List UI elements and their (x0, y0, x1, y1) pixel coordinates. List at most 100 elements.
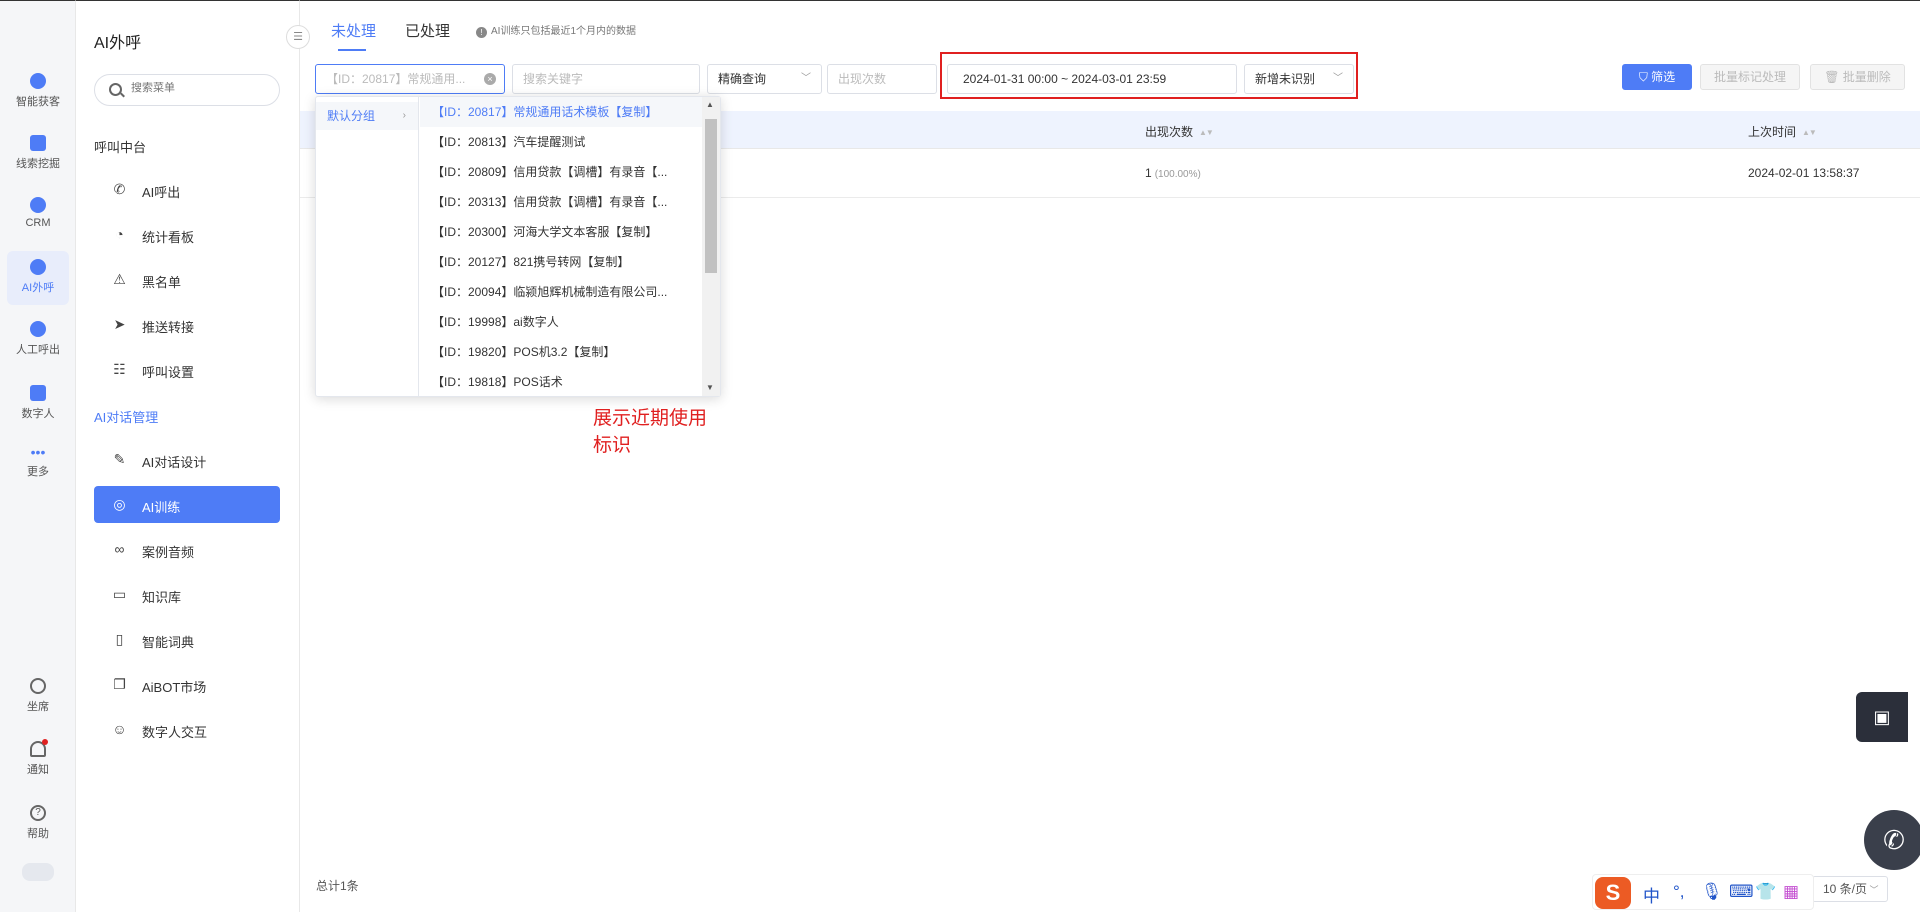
microphone-icon[interactable]: 🎙 (1701, 882, 1723, 902)
feedback-chat-button[interactable]: ▣ (1856, 692, 1908, 742)
cascader-option[interactable]: 【ID：20809】信用贷款【调槽】有录音【... (420, 157, 702, 187)
page-size-value: 10 条/页 (1823, 882, 1868, 896)
rail-item-seat[interactable]: 坐席 (0, 678, 76, 714)
cascader-option[interactable]: 【ID：20127】821携号转网【复制】 (420, 247, 702, 277)
menu-item-label: 智能词典 (142, 635, 195, 650)
total-count: 总计1条 (316, 879, 359, 893)
page-size-select[interactable]: 10 条/页 ﹀ (1812, 876, 1888, 902)
notification-dot (42, 739, 48, 745)
rail-item-label: 人工呼出 (16, 344, 60, 356)
rail-item-ai-outbound[interactable]: AI外呼 (7, 251, 69, 305)
crm-icon (30, 197, 46, 213)
batch-delete-label: 批量删除 (1842, 70, 1891, 84)
cascader-option[interactable]: 【ID：19818】POS话术 (420, 367, 702, 397)
cascader-option[interactable]: 【ID：20813】汽车提醒测试 (420, 127, 702, 157)
sort-icon[interactable]: ▲▼ (1199, 128, 1214, 137)
cascader-option[interactable]: 【ID：20817】常规通用话术模板【复制】 (420, 97, 702, 127)
tab-processed[interactable]: 已处理 (405, 20, 450, 41)
rail-item-label: 更多 (27, 466, 49, 478)
help-icon: ? (30, 805, 46, 821)
filter-button[interactable]: ⛉ 筛选 (1622, 64, 1692, 90)
rail-item-label: 通知 (27, 764, 49, 776)
keyword-input[interactable]: 搜索关键字 (512, 64, 700, 94)
avatar[interactable] (22, 863, 54, 881)
notice-text: AI训练只包括最近1个月内的数据 (491, 26, 637, 37)
cascader-option[interactable]: 【ID：19820】POS机3.2【复制】 (420, 337, 702, 367)
menu-item-call-settings[interactable]: ☷ 呼叫设置 (94, 351, 280, 388)
menu-item-ai-training[interactable]: ◎ AI训练 (94, 486, 280, 523)
cascader-group-default[interactable]: 默认分组 › (316, 102, 418, 130)
phone-icon: ✆ (1883, 825, 1905, 855)
info-icon: ! (476, 27, 487, 38)
clear-icon[interactable]: × (484, 73, 496, 85)
rail-item-notify[interactable]: 通知 (0, 739, 76, 777)
chevron-down-icon: ﹀ (801, 73, 811, 84)
count-placeholder: 出现次数 (838, 72, 887, 86)
menu-search[interactable] (94, 74, 280, 106)
menu-item-digital-human-interaction[interactable]: ☺ 数字人交互 (94, 711, 280, 748)
menu-title: AI外呼 (94, 35, 142, 52)
menu-item-knowledge-base[interactable]: ▭ 知识库 (94, 576, 280, 613)
ime-punctuation-icon[interactable]: °, (1673, 882, 1685, 902)
keyboard-icon[interactable]: ⌨ (1729, 882, 1754, 902)
menu-item-aibot-market[interactable]: ❐ AiBOT市场 (94, 666, 280, 703)
rail-item-smart-acquisition[interactable]: 智能获客 (0, 73, 76, 109)
keyword-placeholder: 搜索关键字 (523, 72, 584, 86)
skin-icon[interactable]: 👕 (1755, 882, 1776, 902)
batch-mark-button[interactable]: 批量标记处理 (1700, 64, 1800, 90)
column-header-last-time[interactable]: 上次时间 ▲▼ (1748, 123, 1817, 140)
rail-item-crm[interactable]: CRM (0, 197, 76, 229)
digital-human-icon (30, 385, 46, 401)
chevron-down-icon: ﹀ (1867, 885, 1879, 895)
menu-item-label: AiBOT市场 (142, 680, 207, 695)
column-header-label: 上次时间 (1748, 125, 1797, 139)
cascader-option[interactable]: 【ID：20300】河海大学文本客服【复制】 (420, 217, 702, 247)
match-mode-select[interactable]: 精确查询 ﹀ (707, 64, 822, 94)
rail-item-help[interactable]: ? 帮助 (0, 805, 76, 841)
cascader-option[interactable]: 【ID：20094】临颍旭辉机械制造有限公司... (420, 277, 702, 307)
script-select[interactable]: 【ID：20817】常规通用... × (315, 64, 505, 94)
scrollbar-thumb[interactable] (705, 119, 717, 273)
cascader-scrollbar[interactable]: ▲ ▼ (702, 97, 720, 396)
lead-mining-icon (30, 135, 46, 151)
warning-icon: ⚠ (113, 271, 126, 287)
menu-item-stats-board[interactable]: ◔ 统计看板 (94, 216, 280, 253)
headset-icon (30, 678, 46, 694)
scroll-down-icon[interactable]: ▼ (706, 383, 714, 392)
rail-item-label: 帮助 (27, 828, 49, 840)
ime-toolbar[interactable]: S 中 °, 🎙 ⌨ 👕 ▦ (1592, 874, 1814, 910)
menu-item-label: 知识库 (142, 590, 182, 605)
menu-search-input[interactable] (131, 82, 271, 94)
menu-item-smart-dictionary[interactable]: ▯ 智能词典 (94, 621, 280, 658)
bell-icon (30, 739, 48, 757)
rail-item-lead-mining[interactable]: 线索挖掘 (0, 135, 76, 171)
sort-icon[interactable]: ▲▼ (1802, 128, 1817, 137)
robot-icon: ☺ (112, 721, 127, 737)
menu-item-ai-call[interactable]: ✆ AI呼出 (94, 171, 280, 208)
batch-delete-button[interactable]: 🗑 批量删除 (1810, 64, 1905, 90)
customer-service-button[interactable]: ✆ (1864, 810, 1920, 870)
menu-item-dialog-design[interactable]: ✎ AI对话设计 (94, 441, 280, 478)
voicemail-icon: ∞ (114, 541, 125, 557)
menu-item-case-audio[interactable]: ∞ 案例音频 (94, 531, 280, 568)
scroll-up-icon[interactable]: ▲ (706, 100, 714, 109)
column-header-count[interactable]: 出现次数 ▲▼ (1145, 123, 1214, 140)
book-icon: ▯ (115, 631, 124, 647)
phone-icon: ✆ (113, 181, 126, 197)
tab-unprocessed[interactable]: 未处理 (331, 20, 376, 41)
rail-item-more[interactable]: ••• 更多 (0, 445, 76, 479)
filter-icon: ⛉ (1638, 70, 1652, 84)
secondary-menu: AI外呼 ☰ 呼叫中台 ✆ AI呼出 ◔ 统计看板 ⚠ 黑名单 ➤ 推送转接 ☷… (76, 0, 310, 912)
app-rail: 智能获客 线索挖掘 CRM AI外呼 人工呼出 数字人 ••• 更多 坐席 通知… (0, 0, 76, 912)
menu-item-push-transfer[interactable]: ➤ 推送转接 (94, 306, 280, 343)
count-input[interactable]: 出现次数 (827, 64, 937, 94)
cascader-option[interactable]: 【ID：20313】信用贷款【调槽】有录音【... (420, 187, 702, 217)
apps-icon[interactable]: ▦ (1783, 882, 1799, 902)
laptop-icon: ▭ (112, 586, 127, 602)
rail-item-manual-call[interactable]: 人工呼出 (0, 321, 76, 357)
menu-item-blacklist[interactable]: ⚠ 黑名单 (94, 261, 280, 298)
rail-item-digital-human[interactable]: 数字人 (0, 385, 76, 421)
ime-lang-toggle[interactable]: 中 (1643, 882, 1660, 907)
pie-chart-icon: ◔ (115, 226, 124, 242)
cascader-option[interactable]: 【ID：19998】ai数字人 (420, 307, 570, 337)
